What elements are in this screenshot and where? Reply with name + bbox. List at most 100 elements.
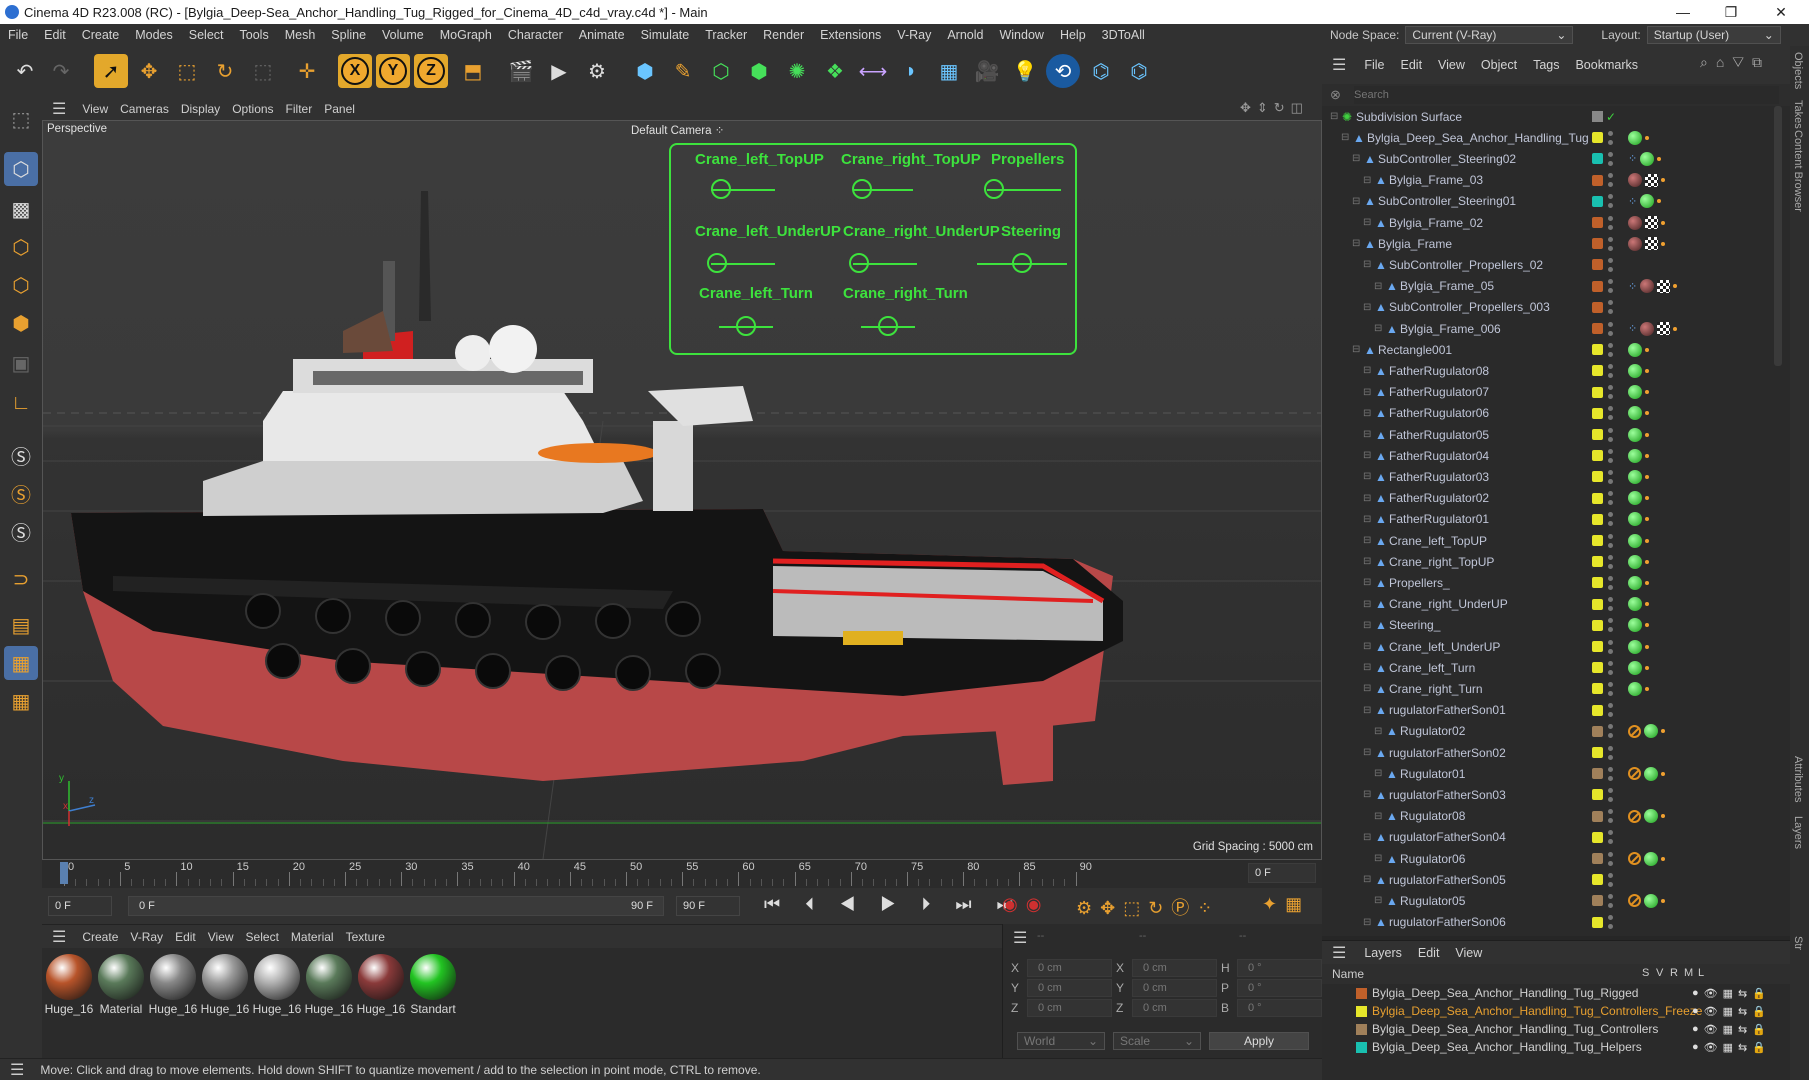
render-toggle-icon[interactable]: ▦: [1723, 1005, 1733, 1018]
tag-dot-icon[interactable]: [1661, 771, 1665, 776]
editor-visibility-dot[interactable]: [1608, 597, 1613, 603]
render-visibility-dot[interactable]: [1608, 754, 1613, 760]
menu-character[interactable]: Character: [500, 28, 571, 42]
hud-knob-crane-left-topup[interactable]: [710, 179, 731, 199]
visibility-dots[interactable]: [1608, 448, 1614, 463]
tag-dot-icon[interactable]: [1673, 284, 1678, 289]
layer-color-swatch[interactable]: [1356, 1041, 1367, 1053]
material-menu-view[interactable]: View: [202, 930, 240, 944]
render-visibility-dot[interactable]: [1608, 330, 1613, 336]
render-visibility-dot[interactable]: [1608, 669, 1613, 675]
xpresso-tag-icon[interactable]: [1628, 406, 1642, 421]
expand-toggle-icon[interactable]: ⊟: [1363, 577, 1371, 588]
render-visibility-dot[interactable]: [1608, 203, 1613, 209]
undo-icon[interactable]: ↶: [8, 54, 42, 88]
record-controls[interactable]: ◉◉: [1002, 894, 1049, 915]
editor-visibility-dot[interactable]: [1608, 491, 1613, 497]
field-icon[interactable]: ◗: [894, 54, 928, 88]
expand-toggle-icon[interactable]: ⊟: [1363, 556, 1371, 567]
render-visibility-dot[interactable]: [1608, 542, 1613, 548]
layer-swatch[interactable]: [1592, 535, 1603, 546]
points-mode-icon[interactable]: ⬡: [4, 230, 38, 264]
tag-dot-icon[interactable]: [1661, 220, 1665, 225]
layer-swatch[interactable]: [1592, 895, 1603, 907]
viewport-hamburger-icon[interactable]: ☰: [42, 99, 76, 119]
visibility-dots[interactable]: [1608, 766, 1614, 781]
pen-icon[interactable]: ✎: [666, 54, 700, 88]
xpresso-tag-icon[interactable]: [1628, 512, 1642, 527]
menu-simulate[interactable]: Simulate: [633, 28, 698, 42]
object-menu-file[interactable]: File: [1356, 58, 1392, 72]
object-menu-edit[interactable]: Edit: [1393, 58, 1431, 72]
coord-field[interactable]: 0 cm: [1132, 999, 1217, 1017]
side-tab-takes[interactable]: Takes: [1792, 100, 1804, 129]
protection-tag-icon[interactable]: [1628, 724, 1641, 738]
visibility-dots[interactable]: [1608, 427, 1614, 442]
material-tag-icon[interactable]: [1628, 215, 1642, 230]
layer-row[interactable]: Bylgia_Deep_Sea_Anchor_Handling_Tug_Cont…: [1322, 1002, 1790, 1020]
axis-mode-icon[interactable]: ∟: [4, 386, 38, 420]
expand-toggle-icon[interactable]: ⊟: [1363, 683, 1371, 694]
hud-knob-crane-left-underup[interactable]: [707, 253, 728, 273]
object-row[interactable]: ⊟ ▲ Crane_left_UnderUP: [1322, 636, 1790, 657]
expand-toggle-icon[interactable]: ⊟: [1352, 238, 1360, 249]
render-visibility-dot[interactable]: [1608, 288, 1613, 294]
expand-toggle-icon[interactable]: ⊟: [1363, 514, 1371, 525]
expand-toggle-icon[interactable]: ⊟: [1374, 811, 1382, 822]
tag-dot-icon[interactable]: [1645, 580, 1649, 585]
tag-dot-icon[interactable]: [1645, 411, 1649, 416]
visibility-dots[interactable]: [1608, 893, 1614, 908]
menu-mesh[interactable]: Mesh: [277, 28, 324, 42]
layer-row[interactable]: Bylgia_Deep_Sea_Anchor_Handling_Tug_Rigg…: [1322, 984, 1790, 1002]
solo-toggle-icon[interactable]: ●: [1692, 1041, 1699, 1054]
visible-toggle-icon[interactable]: 👁: [1704, 1005, 1718, 1018]
menu-volume[interactable]: Volume: [374, 28, 432, 42]
select-tool-icon[interactable]: ➚: [94, 54, 128, 88]
layer-menu-layers[interactable]: Layers: [1356, 946, 1410, 960]
editor-visibility-dot[interactable]: [1608, 257, 1613, 263]
render-visibility-dot[interactable]: [1608, 500, 1613, 506]
material-menu-texture[interactable]: Texture: [340, 930, 391, 944]
material-tag-icon[interactable]: [1628, 173, 1642, 188]
editor-visibility-dot[interactable]: [1608, 554, 1613, 560]
render-visibility-dot[interactable]: [1608, 902, 1613, 908]
layer-swatch[interactable]: [1592, 577, 1603, 589]
layer-color-swatch[interactable]: [1356, 1023, 1367, 1035]
hud-knob-steering[interactable]: [1012, 253, 1032, 273]
y-axis-lock-icon[interactable]: Y: [376, 54, 410, 88]
coord-field[interactable]: 0 cm: [1027, 959, 1112, 977]
layer-swatch[interactable]: [1592, 365, 1603, 377]
visibility-dots[interactable]: [1608, 915, 1614, 930]
layer-swatch[interactable]: [1592, 323, 1603, 334]
menu-render[interactable]: Render: [755, 28, 812, 42]
viewport-menu-cameras[interactable]: Cameras: [114, 102, 175, 116]
protection-tag-icon[interactable]: [1628, 767, 1641, 781]
tag-dot-icon[interactable]: [1657, 199, 1662, 204]
solo-toggle-icon[interactable]: ●: [1692, 987, 1699, 1000]
visibility-dots[interactable]: [1608, 575, 1614, 590]
protection-tag-icon[interactable]: [1628, 852, 1641, 865]
editor-visibility-dot[interactable]: [1608, 851, 1613, 857]
material-swatch[interactable]: Huge_16: [252, 954, 302, 1016]
material-tag-icon[interactable]: [1640, 321, 1655, 336]
tag-dot-icon[interactable]: [1645, 686, 1649, 691]
object-row[interactable]: ⊟ ▲ Crane_right_Turn: [1322, 678, 1790, 699]
expand-toggle-icon[interactable]: ⊟: [1374, 323, 1382, 334]
layer-row[interactable]: Bylgia_Deep_Sea_Anchor_Handling_Tug_Cont…: [1322, 1020, 1790, 1038]
frame-range-slider[interactable]: 0 F 90 F: [128, 896, 664, 916]
layer-swatch[interactable]: [1592, 598, 1603, 610]
polygons-mode-icon[interactable]: ⬢: [4, 306, 38, 340]
xpresso-tag-icon[interactable]: [1628, 533, 1642, 548]
material-swatch[interactable]: Huge_16: [356, 954, 406, 1016]
object-row[interactable]: ⊟ ▲ rugulatorFatherSon05: [1322, 869, 1790, 890]
workplane-icon[interactable]: ▤: [4, 608, 38, 642]
xpresso-tag-icon[interactable]: [1640, 194, 1655, 209]
object-row[interactable]: ⊟ ▲ Bylgia_Deep_Sea_Anchor_Handling_Tug: [1322, 127, 1790, 148]
side-tab-layers[interactable]: Layers: [1792, 816, 1804, 849]
render-visibility-dot[interactable]: [1608, 266, 1613, 272]
object-row[interactable]: ⊟ ▲ Rectangle001: [1322, 339, 1790, 360]
visibility-dots[interactable]: [1608, 872, 1614, 887]
visibility-dots[interactable]: [1608, 745, 1614, 760]
side-tab-content-browser[interactable]: Content Browser: [1792, 130, 1804, 212]
editor-visibility-dot[interactable]: [1608, 745, 1613, 751]
